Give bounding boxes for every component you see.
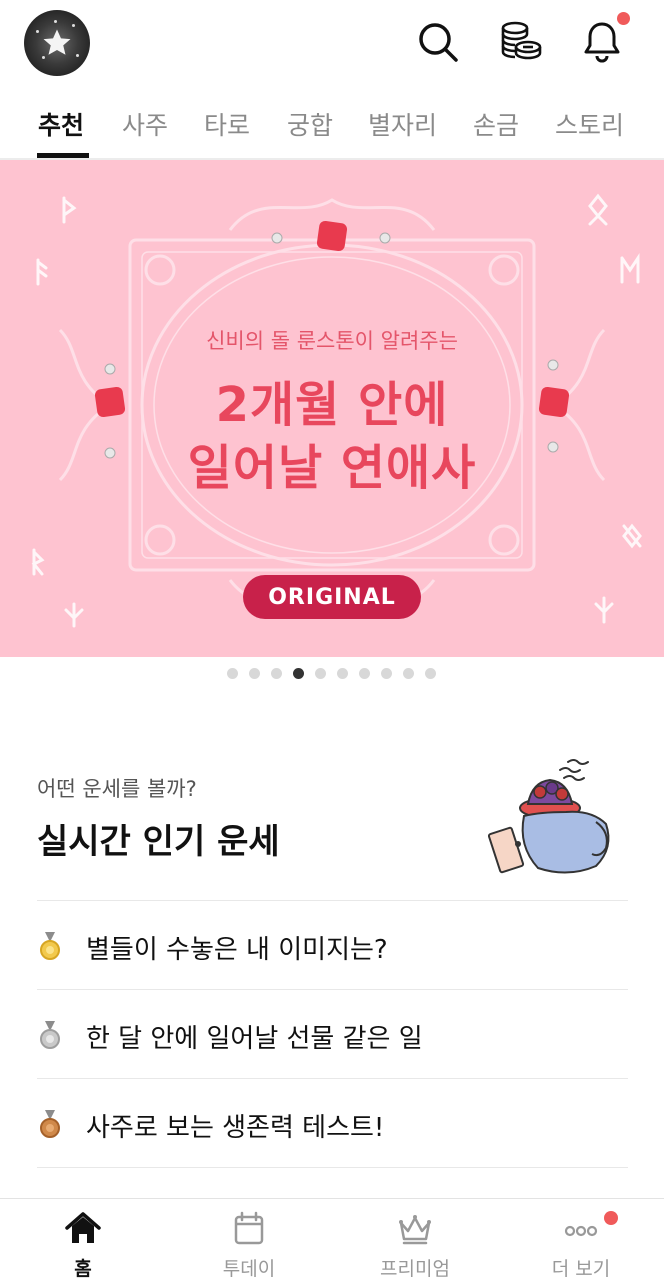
pager-dot[interactable] [271, 668, 282, 679]
pager-dot[interactable] [403, 668, 414, 679]
tab-recommend[interactable]: 추천 [38, 106, 84, 142]
promo-banner[interactable]: 신비의 돌 룬스톤이 알려주는 2개월 안에 일어날 연애사 ORIGINAL [0, 160, 664, 657]
top-bar [0, 0, 664, 90]
pager-dot[interactable] [359, 668, 370, 679]
search-icon[interactable] [414, 18, 462, 66]
fortune-teller-illustration [488, 759, 610, 874]
banner-pager [0, 668, 664, 682]
section-title: 실시간 인기 운세 [37, 822, 280, 862]
nav-premium[interactable]: 프리미엄 [332, 1199, 498, 1284]
pager-dot[interactable] [425, 668, 436, 679]
tab-compatibility[interactable]: 궁합 [287, 106, 333, 142]
list-divider [37, 1167, 628, 1197]
banner-title-line1: 2개월 안에 [215, 377, 449, 433]
tab-saju[interactable]: 사주 [122, 106, 168, 142]
pager-dot[interactable] [381, 668, 392, 679]
pager-dot[interactable] [249, 668, 260, 679]
banner-subtitle: 신비의 돌 룬스톤이 알려주는 [206, 329, 458, 353]
list-item-title: 한 달 안에 일어날 선물 같은 일 [86, 1024, 423, 1054]
tab-zodiac[interactable]: 별자리 [368, 106, 437, 142]
crown-icon [399, 1215, 431, 1245]
pager-dot[interactable] [337, 668, 348, 679]
list-item[interactable]: 한 달 안에 일어날 선물 같은 일 [37, 989, 628, 1078]
silver-medal-icon [40, 1021, 60, 1049]
notification-dot [617, 12, 630, 25]
star-logo-icon[interactable] [24, 10, 90, 76]
pager-dot[interactable] [227, 668, 238, 679]
pager-dot[interactable] [315, 668, 326, 679]
nav-today[interactable]: 투데이 [166, 1199, 332, 1284]
bottom-navigation: 홈 투데이 프리미엄 더 보기 [0, 1198, 664, 1284]
tab-palmistry[interactable]: 손금 [473, 106, 519, 142]
category-tabs: 추천 사주 타로 궁합 별자리 손금 스토리 [0, 100, 664, 158]
section-subtitle: 어떤 운세를 볼까? [37, 777, 197, 801]
original-badge: ORIGINAL [243, 575, 421, 619]
more-notification-dot [604, 1211, 618, 1225]
popular-fortune-list: 별들이 수놓은 내 이미지는? 한 달 안에 일어날 선물 같은 일 사주로 보… [37, 900, 628, 1197]
coins-icon[interactable] [496, 18, 544, 66]
bronze-medal-icon [40, 1110, 60, 1138]
calendar-icon [234, 1211, 264, 1245]
home-icon [65, 1212, 101, 1243]
nav-more-label: 더 보기 [551, 1258, 611, 1280]
nav-home[interactable]: 홈 [0, 1199, 166, 1284]
list-item-title: 별들이 수놓은 내 이미지는? [86, 935, 388, 965]
nav-home-label: 홈 [74, 1258, 92, 1280]
more-icon [564, 1225, 598, 1237]
nav-premium-label: 프리미엄 [380, 1258, 450, 1280]
pager-dot-active[interactable] [293, 668, 304, 679]
list-item[interactable]: 별들이 수놓은 내 이미지는? [37, 900, 628, 989]
tab-story[interactable]: 스토리 [555, 106, 624, 142]
banner-title-line2: 일어날 연애사 [187, 440, 477, 496]
bell-icon[interactable] [578, 18, 626, 66]
nav-today-label: 투데이 [222, 1258, 276, 1280]
tab-tarot[interactable]: 타로 [204, 106, 250, 142]
list-item-title: 사주로 보는 생존력 테스트! [86, 1113, 385, 1143]
gold-medal-icon [40, 932, 60, 960]
list-item[interactable]: 사주로 보는 생존력 테스트! [37, 1078, 628, 1167]
nav-more[interactable]: 더 보기 [498, 1199, 664, 1284]
